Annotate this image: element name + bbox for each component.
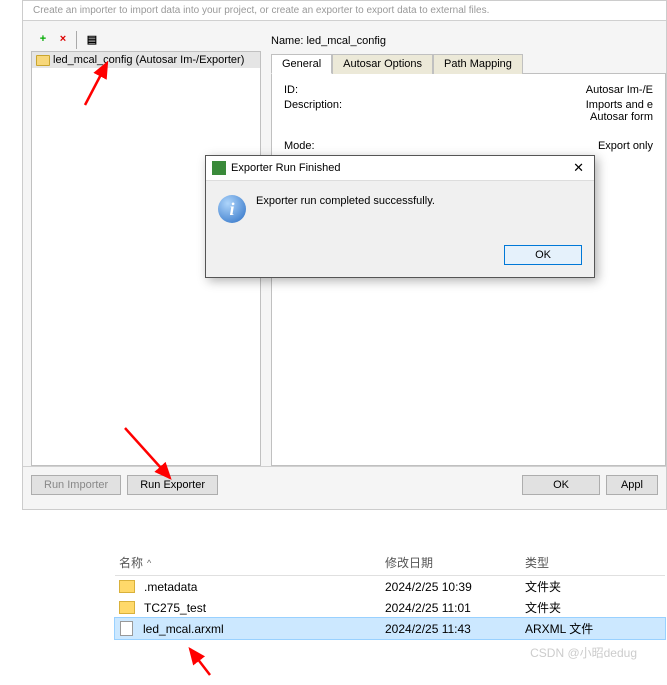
tab-autosar-options[interactable]: Autosar Options: [332, 54, 433, 74]
column-header-name[interactable]: 名称 ^: [115, 554, 385, 571]
modal-title-text: Exporter Run Finished: [231, 162, 340, 174]
apply-button[interactable]: Appl: [606, 475, 658, 495]
name-label: Name:: [271, 35, 303, 47]
ok-button[interactable]: OK: [522, 475, 600, 495]
description-label: Description:: [284, 99, 384, 123]
modal-footer: OK: [206, 237, 594, 277]
tab-path-mapping[interactable]: Path Mapping: [433, 54, 523, 74]
add-icon[interactable]: +: [35, 31, 51, 47]
watermark: CSDN @小昭dedug: [530, 644, 637, 661]
modal-titlebar: Exporter Run Finished ✕: [206, 156, 594, 181]
name-value: led_mcal_config: [306, 35, 386, 47]
file-date: 2024/2/25 10:39: [385, 580, 525, 594]
run-exporter-button[interactable]: Run Exporter: [127, 475, 218, 495]
run-importer-button[interactable]: Run Importer: [31, 475, 121, 495]
file-date: 2024/2/25 11:01: [385, 601, 525, 615]
id-value: Autosar Im-/E: [384, 84, 653, 96]
file-date: 2024/2/25 11:43: [385, 622, 525, 636]
name-row: Name: led_mcal_config: [271, 33, 666, 53]
explorer-rows: .metadata 2024/2/25 10:39文件夹 TC275_test 202…: [115, 576, 665, 639]
column-header-type[interactable]: 类型: [525, 554, 665, 571]
remove-icon[interactable]: ×: [55, 31, 71, 47]
annotation-arrow-icon: [180, 645, 240, 685]
separator: [76, 31, 79, 49]
dialog-description: Create an importer to import data into y…: [23, 1, 666, 21]
button-bar: Run Importer Run Exporter OK Appl: [23, 466, 666, 502]
tab-general[interactable]: General: [271, 54, 332, 74]
folder-icon: [119, 580, 135, 593]
folder-icon: [36, 55, 50, 66]
modal-message: Exporter run completed successfully.: [256, 195, 435, 207]
column-header-date[interactable]: 修改日期: [385, 554, 525, 571]
mode-value: Export only: [384, 140, 653, 152]
folder-icon: [119, 601, 135, 614]
file-name: TC275_test: [144, 601, 206, 615]
file-row[interactable]: TC275_test 2024/2/25 11:01文件夹: [115, 597, 665, 618]
exporter-finished-dialog: Exporter Run Finished ✕ i Exporter run c…: [205, 155, 595, 278]
tree-item-led-mcal-config[interactable]: led_mcal_config (Autosar Im-/Exporter): [32, 52, 260, 68]
explorer-header: 名称 ^ 修改日期 类型: [115, 550, 665, 576]
file-name: .metadata: [144, 580, 197, 594]
tree-toolbar: + × ▤: [31, 29, 261, 51]
modal-body: i Exporter run completed successfully.: [206, 181, 594, 237]
file-type: ARXML 文件: [525, 620, 665, 637]
file-row[interactable]: led_mcal.arxml 2024/2/25 11:43ARXML 文件: [115, 618, 665, 639]
file-icon: [120, 621, 133, 636]
description-value: Imports and e Autosar form: [384, 99, 653, 123]
file-row[interactable]: .metadata 2024/2/25 10:39文件夹: [115, 576, 665, 597]
mode-label: Mode:: [284, 140, 384, 152]
close-icon[interactable]: ✕: [569, 160, 588, 176]
list-icon[interactable]: ▤: [84, 31, 100, 47]
tabs: General Autosar Options Path Mapping: [271, 53, 666, 74]
file-type: 文件夹: [525, 599, 665, 616]
file-name: led_mcal.arxml: [143, 622, 224, 636]
file-type: 文件夹: [525, 578, 665, 595]
modal-ok-button[interactable]: OK: [504, 245, 582, 265]
info-icon: i: [218, 195, 246, 223]
sort-indicator-icon: ^: [147, 558, 151, 568]
id-label: ID:: [284, 84, 384, 96]
tree-item-label: led_mcal_config (Autosar Im-/Exporter): [53, 54, 244, 66]
file-explorer: 名称 ^ 修改日期 类型 .metadata 2024/2/25 10:39文件夹…: [115, 550, 665, 639]
app-icon: [212, 161, 226, 175]
